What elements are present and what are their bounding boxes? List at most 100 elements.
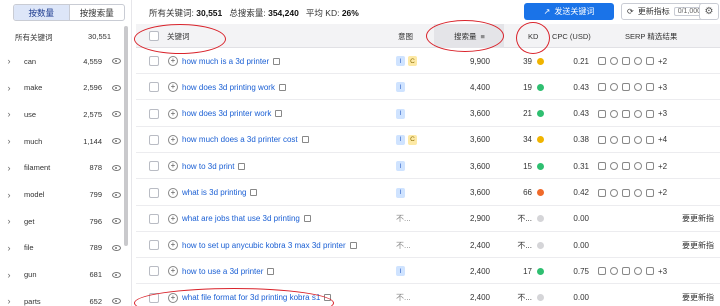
keyword-link[interactable]: what file format for 3d printing kobra s… — [182, 293, 320, 302]
eye-icon[interactable] — [111, 218, 121, 225]
chevron-right-icon[interactable]: › — [0, 270, 18, 280]
row-checkbox[interactable] — [149, 187, 159, 198]
eye-icon[interactable] — [111, 164, 121, 171]
column-intent[interactable]: 意图 — [398, 24, 413, 48]
select-all-checkbox[interactable] — [149, 31, 159, 41]
column-cpc[interactable]: CPC (USD) — [552, 24, 591, 48]
chevron-right-icon[interactable]: › — [0, 136, 18, 146]
page-icon[interactable] — [324, 294, 332, 302]
sidebar-item-gun[interactable]: › gun 681 — [0, 262, 124, 288]
add-plus-icon[interactable]: + — [168, 134, 178, 145]
serp-more-count[interactable]: +3 — [658, 109, 667, 118]
chevron-right-icon[interactable]: › — [0, 109, 18, 119]
add-plus-icon[interactable]: + — [168, 187, 178, 198]
eye-icon[interactable] — [111, 138, 121, 145]
sidebar-item-much[interactable]: › much 1,144 — [0, 128, 124, 154]
sidebar-item-file[interactable]: › file 789 — [0, 235, 124, 261]
sidebar-item-get[interactable]: › get 796 — [0, 208, 124, 234]
column-kd[interactable]: KD — [528, 24, 538, 48]
eye-icon[interactable] — [111, 58, 121, 64]
serp-more-count[interactable]: +2 — [658, 57, 667, 66]
page-icon[interactable] — [267, 267, 275, 275]
keyword-link[interactable]: what is 3d printing — [182, 188, 246, 197]
serp-more-count[interactable]: +3 — [658, 267, 667, 276]
send-keywords-button[interactable]: ↗ 发送关键词 — [524, 3, 614, 20]
add-plus-icon[interactable]: + — [168, 161, 178, 172]
row-checkbox[interactable] — [149, 161, 159, 172]
keyword-cell[interactable]: + what is 3d printing — [168, 180, 258, 206]
keyword-link[interactable]: how does 3d printing work — [182, 83, 275, 92]
keyword-link[interactable]: how to use a 3d printer — [182, 267, 263, 276]
chevron-right-icon[interactable]: › — [0, 163, 18, 173]
keyword-cell[interactable]: + how to set up anycubic kobra 3 max 3d p… — [168, 232, 357, 258]
sidebar-item-parts[interactable]: › parts 652 — [0, 288, 124, 306]
row-checkbox[interactable] — [149, 56, 159, 66]
chevron-right-icon[interactable]: › — [0, 296, 18, 306]
add-plus-icon[interactable]: + — [168, 240, 178, 251]
eye-icon[interactable] — [111, 84, 121, 91]
page-icon[interactable] — [301, 136, 309, 144]
row-checkbox[interactable] — [149, 240, 159, 251]
sidebar-all-keywords[interactable]: 所有关键词 30,551 — [15, 32, 111, 43]
keyword-link[interactable]: how to set up anycubic kobra 3 max 3d pr… — [182, 241, 346, 250]
chevron-right-icon[interactable]: › — [0, 243, 18, 253]
chevron-right-icon[interactable]: › — [0, 83, 18, 93]
keyword-link[interactable]: how much does a 3d printer cost — [182, 135, 298, 144]
page-icon[interactable] — [273, 57, 281, 65]
row-checkbox[interactable] — [149, 134, 159, 145]
keyword-link[interactable]: how to 3d print — [182, 162, 234, 171]
serp-more-count[interactable]: +2 — [658, 188, 667, 197]
settings-button[interactable]: ⚙ — [699, 3, 719, 20]
column-keyword[interactable]: 关键词 — [167, 24, 190, 48]
keyword-cell[interactable]: + how does 3d printer work — [168, 101, 283, 127]
row-checkbox[interactable] — [149, 213, 159, 224]
page-icon[interactable] — [278, 83, 286, 91]
row-checkbox[interactable] — [149, 266, 159, 277]
chevron-right-icon[interactable]: › — [0, 56, 18, 66]
sidebar-item-filament[interactable]: › filament 878 — [0, 155, 124, 181]
keyword-link[interactable]: how much is a 3d printer — [182, 57, 269, 66]
eye-icon[interactable] — [111, 298, 121, 305]
column-volume[interactable]: 搜索量 ≡ — [434, 24, 504, 48]
sidebar-item-can[interactable]: › can 4,559 — [0, 48, 124, 74]
keyword-cell[interactable]: + what file format for 3d printing kobra … — [168, 285, 332, 306]
add-plus-icon[interactable]: + — [168, 82, 178, 93]
add-plus-icon[interactable]: + — [168, 292, 178, 303]
row-checkbox[interactable] — [149, 82, 159, 93]
add-plus-icon[interactable]: + — [168, 213, 178, 224]
page-icon[interactable] — [238, 162, 246, 170]
row-checkbox[interactable] — [149, 292, 159, 303]
add-plus-icon[interactable]: + — [168, 266, 178, 277]
tab-by-volume[interactable]: 按搜索量 — [70, 5, 125, 20]
keyword-cell[interactable]: + how to 3d print — [168, 153, 246, 179]
serp-more-count[interactable]: +2 — [658, 162, 667, 171]
row-checkbox[interactable] — [149, 108, 159, 119]
tab-by-count[interactable]: 按数量 — [14, 5, 70, 20]
sidebar-item-use[interactable]: › use 2,575 — [0, 101, 124, 127]
keyword-cell[interactable]: + how to use a 3d printer — [168, 258, 275, 284]
page-icon[interactable] — [349, 241, 357, 249]
eye-icon[interactable] — [111, 244, 121, 251]
sidebar-item-make[interactable]: › make 2,596 — [0, 75, 124, 101]
keyword-cell[interactable]: + what are jobs that use 3d printing — [168, 206, 311, 232]
sidebar-item-model[interactable]: › model 799 — [0, 182, 124, 208]
add-plus-icon[interactable]: + — [168, 56, 178, 66]
sidebar-scrollbar[interactable] — [124, 26, 128, 246]
column-serp[interactable]: SERP 精选结果 — [625, 24, 677, 48]
eye-icon[interactable] — [111, 191, 121, 198]
chevron-right-icon[interactable]: › — [0, 216, 18, 226]
page-icon[interactable] — [303, 215, 311, 223]
page-icon[interactable] — [275, 110, 283, 118]
serp-more-count[interactable]: +4 — [658, 135, 667, 144]
eye-icon[interactable] — [111, 111, 121, 118]
keyword-link[interactable]: what are jobs that use 3d printing — [182, 214, 300, 223]
keyword-cell[interactable]: + how does 3d printing work — [168, 74, 286, 100]
eye-icon[interactable] — [111, 271, 121, 278]
keyword-link[interactable]: how does 3d printer work — [182, 109, 271, 118]
chevron-right-icon[interactable]: › — [0, 190, 18, 200]
keyword-cell[interactable]: + how much does a 3d printer cost — [168, 127, 309, 153]
keyword-cell[interactable]: + how much is a 3d printer — [168, 48, 281, 74]
page-icon[interactable] — [250, 189, 258, 196]
serp-more-count[interactable]: +3 — [658, 83, 667, 92]
add-plus-icon[interactable]: + — [168, 108, 178, 119]
